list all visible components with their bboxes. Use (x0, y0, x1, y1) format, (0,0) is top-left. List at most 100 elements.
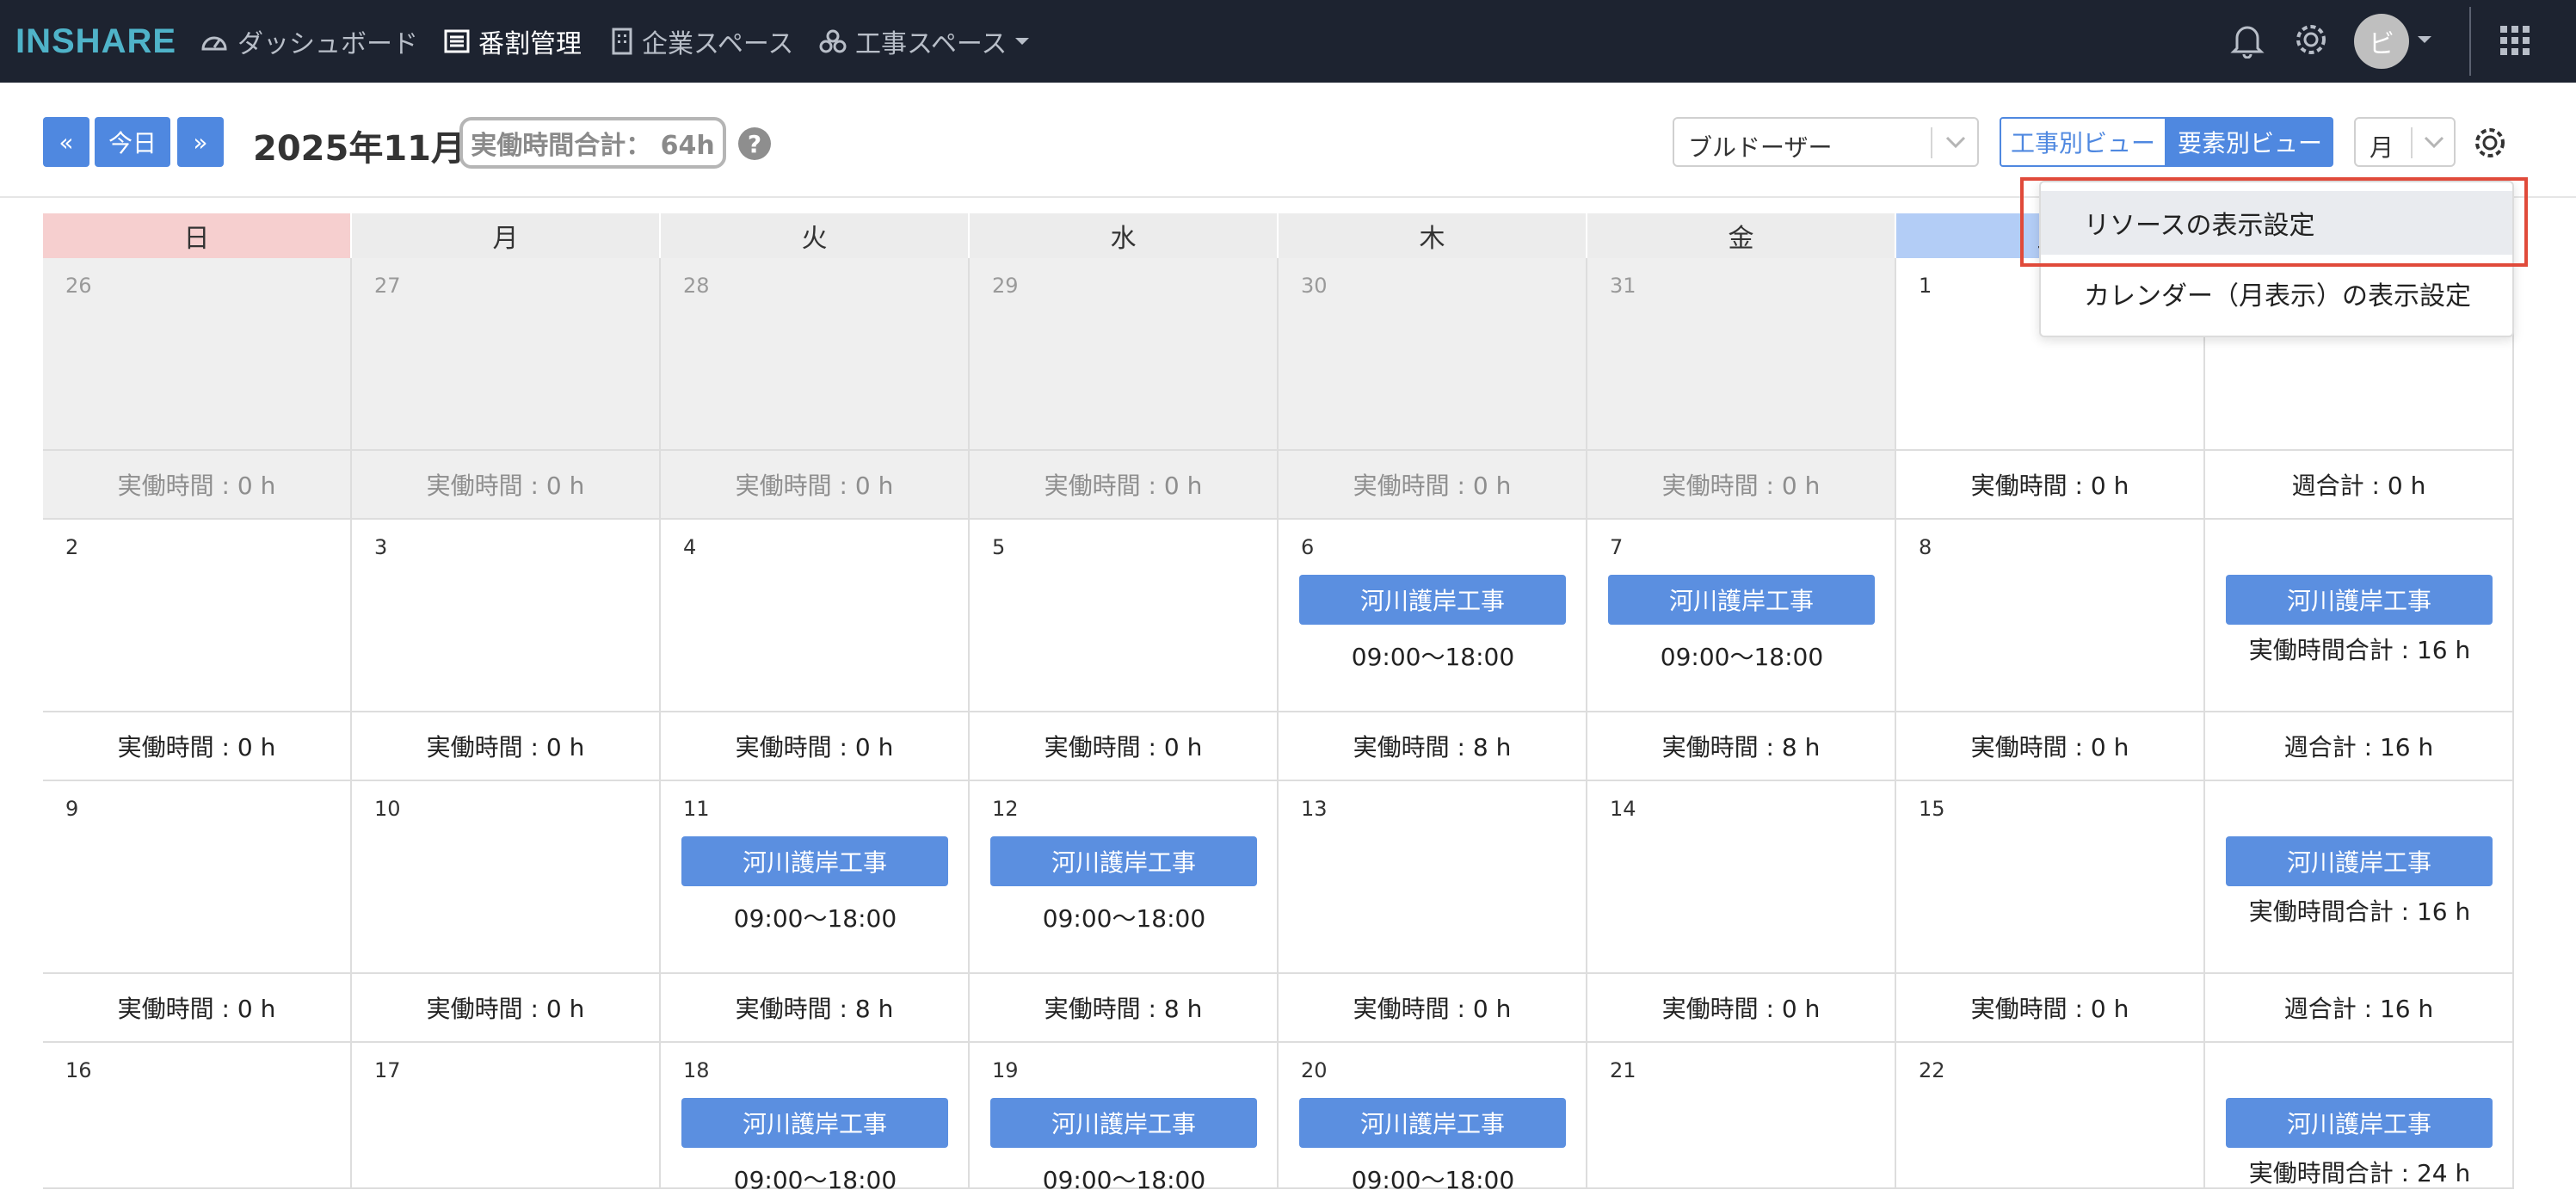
day-cell[interactable]: 22 (1896, 1043, 2205, 1189)
day-cell[interactable]: 31 (1587, 258, 1896, 451)
day-number: 2 (65, 535, 79, 559)
day-number: 29 (992, 274, 1019, 298)
day-cell[interactable]: 5 (970, 520, 1279, 712)
week-total-cell: 週合計 : 16 h (2205, 974, 2514, 1043)
day-cell[interactable]: 30 (1279, 258, 1587, 451)
user-avatar[interactable]: ビ (2354, 14, 2409, 69)
day-cell[interactable]: 14 (1587, 781, 1896, 974)
day-cell[interactable]: 3 (352, 520, 661, 712)
day-cell[interactable]: 20 河川護岸工事 09:00〜18:00 (1279, 1043, 1587, 1194)
week-summary-cell[interactable]: 河川護岸工事 実働時間合計 : 16 h (2205, 781, 2514, 974)
day-cell[interactable]: 18 河川護岸工事 09:00〜18:00 (661, 1043, 970, 1194)
week-summary-cell[interactable]: 河川護岸工事 実働時間合計 : 24 h (2205, 1043, 2514, 1189)
weekday-header: 木 (1279, 213, 1587, 258)
daily-hours-cell: 実働時間 : 0 h (1279, 451, 1587, 520)
day-cell[interactable]: 21 (1587, 1043, 1896, 1189)
list-icon (444, 29, 470, 53)
day-number: 7 (1610, 535, 1624, 559)
day-cell[interactable]: 12 河川護岸工事 09:00〜18:00 (970, 781, 1279, 974)
week-project-button[interactable]: 河川護岸工事 (2226, 1098, 2493, 1148)
next-month-button[interactable]: » (177, 117, 224, 167)
day-number: 27 (374, 274, 401, 298)
daily-hours-cell: 実働時間 : 0 h (1896, 974, 2205, 1043)
day-cell[interactable]: 16 (43, 1043, 352, 1189)
nav-company-space[interactable]: 企業スペース (611, 21, 793, 62)
nav-shift-management[interactable]: 番割管理 (444, 21, 582, 62)
event-time-range: 09:00〜18:00 (1042, 1166, 1206, 1194)
day-cell[interactable]: 8 (1896, 520, 2205, 712)
chevron-down-icon (1945, 136, 1966, 149)
highlight-annotation-box (2020, 177, 2528, 267)
weekday-header: 火 (661, 213, 970, 258)
event-time-range: 09:00〜18:00 (1351, 1166, 1515, 1194)
day-cell[interactable]: 13 (1279, 781, 1587, 974)
project-event-button[interactable]: 河川護岸工事 (681, 836, 948, 886)
day-cell[interactable]: 11 河川護岸工事 09:00〜18:00 (661, 781, 970, 974)
week-total-cell: 週合計 : 0 h (2205, 451, 2514, 520)
select-separator (1931, 127, 1932, 158)
project-event-button[interactable]: 河川護岸工事 (1299, 1098, 1566, 1148)
event-time-range: 09:00〜18:00 (733, 904, 897, 933)
day-cell[interactable]: 15 (1896, 781, 2205, 974)
day-number: 22 (1919, 1058, 1945, 1082)
settings-gear-icon[interactable] (2292, 21, 2330, 59)
daily-hours-cell: 実働時間 : 8 h (661, 974, 970, 1043)
menu-item-calendar-month-display-settings[interactable]: カレンダー（月表示）の表示設定 (2041, 262, 2512, 325)
day-cell[interactable]: 27 (352, 258, 661, 451)
project-event-button[interactable]: 河川護岸工事 (990, 1098, 1257, 1148)
day-number: 12 (992, 797, 1019, 821)
day-number: 3 (374, 535, 388, 559)
project-event-button[interactable]: 河川護岸工事 (681, 1098, 948, 1148)
nav-dashboard[interactable]: ダッシュボード (200, 21, 418, 62)
app-logo[interactable]: INSHARE (15, 22, 176, 61)
daily-hours-cell: 実働時間 : 0 h (661, 712, 970, 781)
daily-hours-cell: 実働時間 : 0 h (1896, 712, 2205, 781)
caret-down-icon (1015, 38, 1030, 45)
weekday-header: 水 (970, 213, 1279, 258)
week-total-cell: 週合計 : 16 h (2205, 712, 2514, 781)
day-cell[interactable]: 6 河川護岸工事 09:00〜18:00 (1279, 520, 1587, 712)
week-summary-cell[interactable]: 河川護岸工事 実働時間合計 : 16 h (2205, 520, 2514, 712)
day-cell[interactable]: 7 河川護岸工事 09:00〜18:00 (1587, 520, 1896, 712)
day-number: 11 (683, 797, 710, 821)
bell-icon[interactable] (2230, 21, 2265, 59)
apps-grid-icon[interactable] (2499, 24, 2531, 57)
day-cell[interactable]: 2 (43, 520, 352, 712)
day-cell[interactable]: 28 (661, 258, 970, 451)
daily-hours-cell: 実働時間 : 0 h (1896, 451, 2205, 520)
day-cell[interactable]: 17 (352, 1043, 661, 1189)
daily-hours-cell: 実働時間 : 0 h (1587, 974, 1896, 1043)
day-cell[interactable]: 29 (970, 258, 1279, 451)
day-number: 14 (1610, 797, 1636, 821)
project-event-button[interactable]: 河川護岸工事 (1608, 575, 1875, 625)
nav-construction-space[interactable]: 工事スペース (819, 21, 1039, 62)
day-cell[interactable]: 9 (43, 781, 352, 974)
today-button[interactable]: 今日 (95, 117, 170, 167)
construction-view-tab[interactable]: 工事別ビュー (2000, 117, 2166, 167)
day-cell[interactable]: 4 (661, 520, 970, 712)
day-cell[interactable]: 10 (352, 781, 661, 974)
day-cell[interactable]: 26 (43, 258, 352, 451)
daily-hours-cell: 実働時間 : 0 h (1279, 974, 1587, 1043)
resource-select-value: ブルドーザー (1688, 133, 1833, 162)
event-time-range: 09:00〜18:00 (1042, 904, 1206, 933)
prev-month-button[interactable]: « (43, 117, 89, 167)
element-view-tab[interactable]: 要素別ビュー (2166, 117, 2333, 167)
building-icon (612, 28, 632, 55)
week-project-button[interactable]: 河川護岸工事 (2226, 836, 2493, 886)
week-project-button[interactable]: 河川護岸工事 (2226, 575, 2493, 625)
chevron-down-icon (2424, 136, 2444, 149)
daily-hours-cell: 実働時間 : 0 h (43, 974, 352, 1043)
help-icon[interactable]: ? (738, 127, 771, 160)
resource-select[interactable]: ブルドーザー (1673, 117, 1979, 167)
event-time-range: 09:00〜18:00 (1351, 643, 1515, 671)
weekday-header: 月 (352, 213, 661, 258)
period-select[interactable]: 月 (2354, 117, 2456, 167)
calendar-settings-gear-icon[interactable] (2471, 124, 2509, 162)
day-cell[interactable]: 19 河川護岸工事 09:00〜18:00 (970, 1043, 1279, 1194)
day-number: 19 (992, 1058, 1019, 1082)
daily-hours-cell: 実働時間 : 0 h (43, 451, 352, 520)
avatar-caret-down-icon[interactable] (2416, 34, 2433, 45)
project-event-button[interactable]: 河川護岸工事 (990, 836, 1257, 886)
project-event-button[interactable]: 河川護岸工事 (1299, 575, 1566, 625)
